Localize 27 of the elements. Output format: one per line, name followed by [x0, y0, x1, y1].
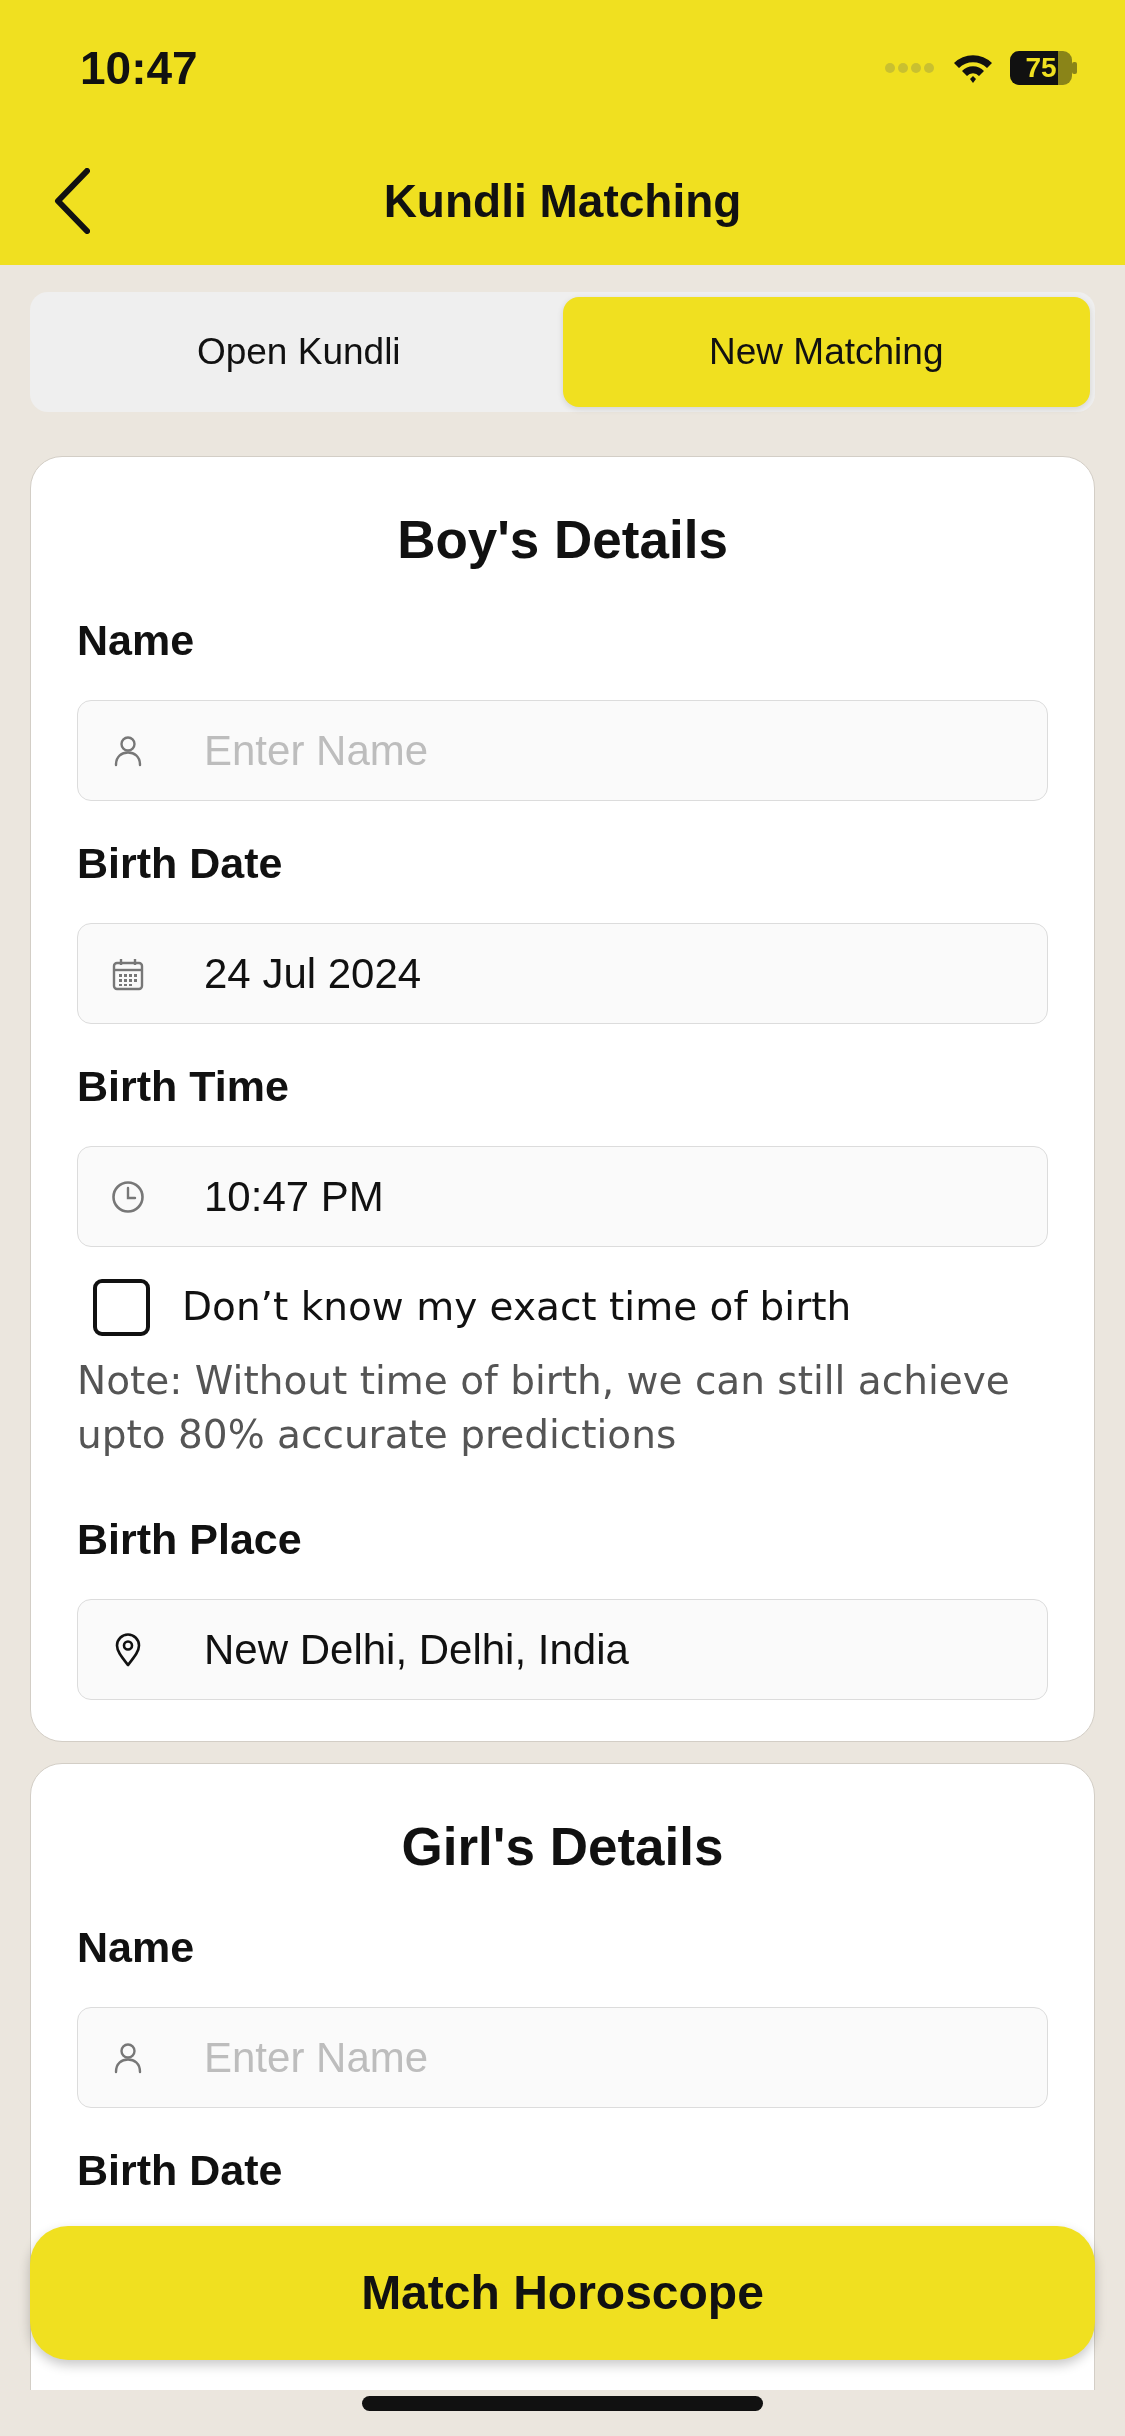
match-horoscope-button[interactable]: Match Horoscope: [30, 2226, 1095, 2360]
field-label: Birth Date: [77, 838, 284, 889]
checkbox[interactable]: [93, 1279, 150, 1336]
time-field[interactable]: 10:47 PM: [77, 1146, 1048, 1247]
section-title: Girl's Details: [400, 1816, 725, 1878]
clock-icon: [111, 1179, 145, 1214]
checkbox-label[interactable]: Don’t know my exact time of birth: [182, 1278, 852, 1337]
name-field[interactable]: Enter Name: [77, 700, 1048, 801]
wifi-icon: [952, 52, 994, 84]
field-label: Name: [77, 1922, 196, 1973]
field-label: Birth Time: [77, 1061, 290, 1112]
signal-icon: [884, 62, 936, 74]
tab[interactable]: Open Kundli: [35, 297, 563, 407]
field-label: Name: [77, 615, 196, 666]
place-field[interactable]: New Delhi, Delhi, India: [77, 1599, 1048, 1700]
status-time: 10:47: [80, 45, 198, 91]
battery-cap-icon: [1072, 62, 1077, 74]
battery-indicator: 75: [1010, 51, 1072, 85]
tab[interactable]: New Matching: [562, 297, 1090, 407]
section-title: Boy's Details: [396, 509, 729, 571]
date-field[interactable]: 24 Jul 2024: [77, 923, 1048, 1024]
field-label: Birth Place: [77, 1514, 303, 1565]
name-field[interactable]: Enter Name: [77, 2007, 1048, 2108]
field-label: Birth Date: [77, 2145, 284, 2196]
calendar-icon: [111, 956, 145, 991]
back-icon: [54, 167, 90, 234]
note-text: Note: Without time of birth, we can still achieve upto 80% accurate predictions: [77, 1357, 1011, 1459]
